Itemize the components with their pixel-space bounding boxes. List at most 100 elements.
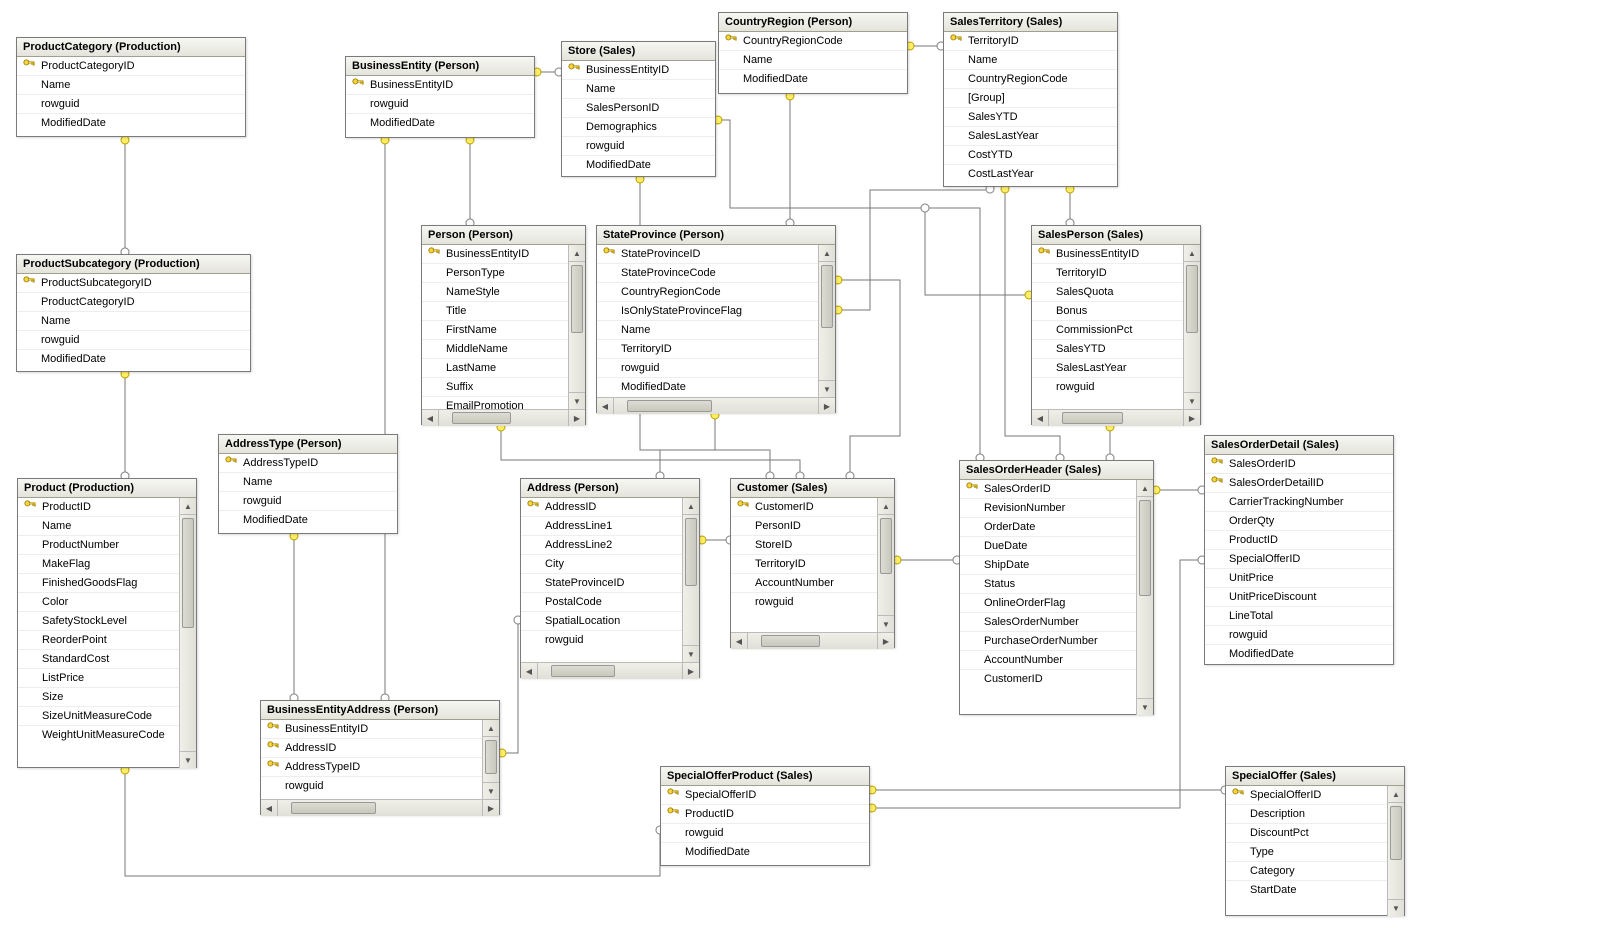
column[interactable]: PersonType bbox=[422, 264, 569, 283]
column[interactable]: BusinessEntityID bbox=[422, 245, 569, 264]
scroll-down-arrow[interactable]: ▼ bbox=[683, 645, 699, 662]
column[interactable]: CustomerID bbox=[960, 670, 1137, 688]
entity-title[interactable]: BusinessEntity (Person) bbox=[346, 57, 534, 76]
column[interactable]: UnitPrice bbox=[1205, 569, 1393, 588]
scroll-thumb[interactable] bbox=[485, 740, 497, 774]
column[interactable]: LineTotal bbox=[1205, 607, 1393, 626]
scroll-up-arrow[interactable]: ▲ bbox=[819, 245, 835, 262]
column[interactable]: CountryRegionCode bbox=[597, 283, 819, 302]
scroll-up-arrow[interactable]: ▲ bbox=[683, 498, 699, 515]
column[interactable]: SpecialOfferID bbox=[1205, 550, 1393, 569]
scroll-thumb[interactable] bbox=[627, 400, 712, 412]
column[interactable]: BusinessEntityID bbox=[1032, 245, 1184, 264]
column[interactable]: rowguid bbox=[731, 593, 878, 611]
vertical-scrollbar[interactable]: ▲▼ bbox=[568, 245, 585, 409]
column[interactable]: AddressLine2 bbox=[521, 536, 683, 555]
column[interactable]: SalesOrderNumber bbox=[960, 613, 1137, 632]
column[interactable]: ProductID bbox=[661, 805, 869, 824]
column[interactable]: Description bbox=[1226, 805, 1388, 824]
column[interactable]: AccountNumber bbox=[731, 574, 878, 593]
column[interactable]: SalesOrderID bbox=[1205, 455, 1393, 474]
column[interactable]: rowguid bbox=[261, 777, 483, 795]
scroll-down-arrow[interactable]: ▼ bbox=[483, 782, 499, 799]
column[interactable]: MakeFlag bbox=[18, 555, 180, 574]
scroll-down-arrow[interactable]: ▼ bbox=[878, 615, 894, 632]
entity-title[interactable]: AddressType (Person) bbox=[219, 435, 397, 454]
column[interactable]: SalesPersonID bbox=[562, 99, 715, 118]
column[interactable]: CountryRegionCode bbox=[944, 70, 1117, 89]
column[interactable]: SalesOrderID bbox=[960, 480, 1137, 499]
entity-address[interactable]: Address (Person) AddressIDAddressLine1Ad… bbox=[520, 478, 700, 678]
column[interactable]: ProductID bbox=[1205, 531, 1393, 550]
scroll-down-arrow[interactable]: ▼ bbox=[1388, 899, 1404, 916]
scroll-right-arrow[interactable]: ▶ bbox=[818, 398, 835, 414]
column[interactable]: ModifiedDate bbox=[346, 114, 534, 132]
horizontal-scrollbar[interactable]: ◀▶ bbox=[1032, 409, 1200, 426]
column[interactable]: ProductCategoryID bbox=[17, 293, 250, 312]
column[interactable]: StoreID bbox=[731, 536, 878, 555]
entity-title[interactable]: SpecialOfferProduct (Sales) bbox=[661, 767, 869, 786]
scroll-thumb[interactable] bbox=[1186, 265, 1198, 333]
scroll-thumb[interactable] bbox=[761, 635, 820, 647]
scroll-right-arrow[interactable]: ▶ bbox=[482, 800, 499, 816]
scroll-thumb[interactable] bbox=[452, 412, 511, 424]
horizontal-scrollbar[interactable]: ◀▶ bbox=[261, 799, 499, 816]
column[interactable]: ModifiedDate bbox=[597, 378, 819, 396]
entity-title[interactable]: Address (Person) bbox=[521, 479, 699, 498]
column[interactable]: ModifiedDate bbox=[562, 156, 715, 174]
scroll-right-arrow[interactable]: ▶ bbox=[877, 633, 894, 649]
column[interactable]: SalesLastYear bbox=[944, 127, 1117, 146]
column[interactable]: ModifiedDate bbox=[17, 114, 245, 132]
column[interactable]: rowguid bbox=[597, 359, 819, 378]
entity-businessentityaddress[interactable]: BusinessEntityAddress (Person) BusinessE… bbox=[260, 700, 500, 815]
column[interactable]: SalesYTD bbox=[944, 108, 1117, 127]
column[interactable]: Size bbox=[18, 688, 180, 707]
column[interactable]: ModifiedDate bbox=[219, 511, 397, 529]
scroll-thumb[interactable] bbox=[182, 518, 194, 628]
column[interactable]: DiscountPct bbox=[1226, 824, 1388, 843]
column[interactable]: Bonus bbox=[1032, 302, 1184, 321]
entity-title[interactable]: BusinessEntityAddress (Person) bbox=[261, 701, 499, 720]
scroll-right-arrow[interactable]: ▶ bbox=[682, 663, 699, 679]
scroll-thumb[interactable] bbox=[685, 518, 697, 586]
column[interactable]: NameStyle bbox=[422, 283, 569, 302]
column[interactable]: UnitPriceDiscount bbox=[1205, 588, 1393, 607]
column[interactable]: RevisionNumber bbox=[960, 499, 1137, 518]
column[interactable]: SpecialOfferID bbox=[1226, 786, 1388, 805]
column[interactable]: SalesOrderDetailID bbox=[1205, 474, 1393, 493]
scroll-thumb[interactable] bbox=[551, 665, 615, 677]
column[interactable]: CustomerID bbox=[731, 498, 878, 517]
scroll-left-arrow[interactable]: ◀ bbox=[261, 800, 278, 816]
entity-store[interactable]: Store (Sales) BusinessEntityIDNameSalesP… bbox=[561, 41, 716, 177]
entity-customer[interactable]: Customer (Sales) CustomerIDPersonIDStore… bbox=[730, 478, 895, 648]
entity-productcategory[interactable]: ProductCategory (Production) ProductCate… bbox=[16, 37, 246, 137]
scroll-up-arrow[interactable]: ▲ bbox=[1137, 480, 1153, 497]
column[interactable]: AddressTypeID bbox=[261, 758, 483, 777]
scroll-thumb[interactable] bbox=[291, 802, 376, 814]
vertical-scrollbar[interactable]: ▲▼ bbox=[1183, 245, 1200, 409]
entity-countryregion[interactable]: CountryRegion (Person) CountryRegionCode… bbox=[718, 12, 908, 94]
column[interactable]: StartDate bbox=[1226, 881, 1388, 899]
entity-title[interactable]: SpecialOffer (Sales) bbox=[1226, 767, 1404, 786]
scroll-up-arrow[interactable]: ▲ bbox=[878, 498, 894, 515]
column[interactable]: TerritoryID bbox=[731, 555, 878, 574]
scroll-up-arrow[interactable]: ▲ bbox=[180, 498, 196, 515]
scroll-right-arrow[interactable]: ▶ bbox=[568, 410, 585, 426]
column[interactable]: CountryRegionCode bbox=[719, 32, 907, 51]
scroll-right-arrow[interactable]: ▶ bbox=[1183, 410, 1200, 426]
entity-title[interactable]: SalesTerritory (Sales) bbox=[944, 13, 1117, 32]
column[interactable]: SalesQuota bbox=[1032, 283, 1184, 302]
column[interactable]: rowguid bbox=[521, 631, 683, 649]
column[interactable]: WeightUnitMeasureCode bbox=[18, 726, 180, 744]
column[interactable]: EmailPromotion bbox=[422, 397, 569, 409]
column[interactable]: Category bbox=[1226, 862, 1388, 881]
column[interactable]: Name bbox=[17, 76, 245, 95]
entity-title[interactable]: SalesPerson (Sales) bbox=[1032, 226, 1200, 245]
vertical-scrollbar[interactable]: ▲▼ bbox=[179, 498, 196, 768]
scroll-thumb[interactable] bbox=[880, 518, 892, 574]
entity-productsubcategory[interactable]: ProductSubcategory (Production) ProductS… bbox=[16, 254, 251, 372]
column[interactable]: StateProvinceID bbox=[597, 245, 819, 264]
column[interactable]: rowguid bbox=[346, 95, 534, 114]
column[interactable]: Name bbox=[18, 517, 180, 536]
entity-businessentity[interactable]: BusinessEntity (Person) BusinessEntityID… bbox=[345, 56, 535, 138]
